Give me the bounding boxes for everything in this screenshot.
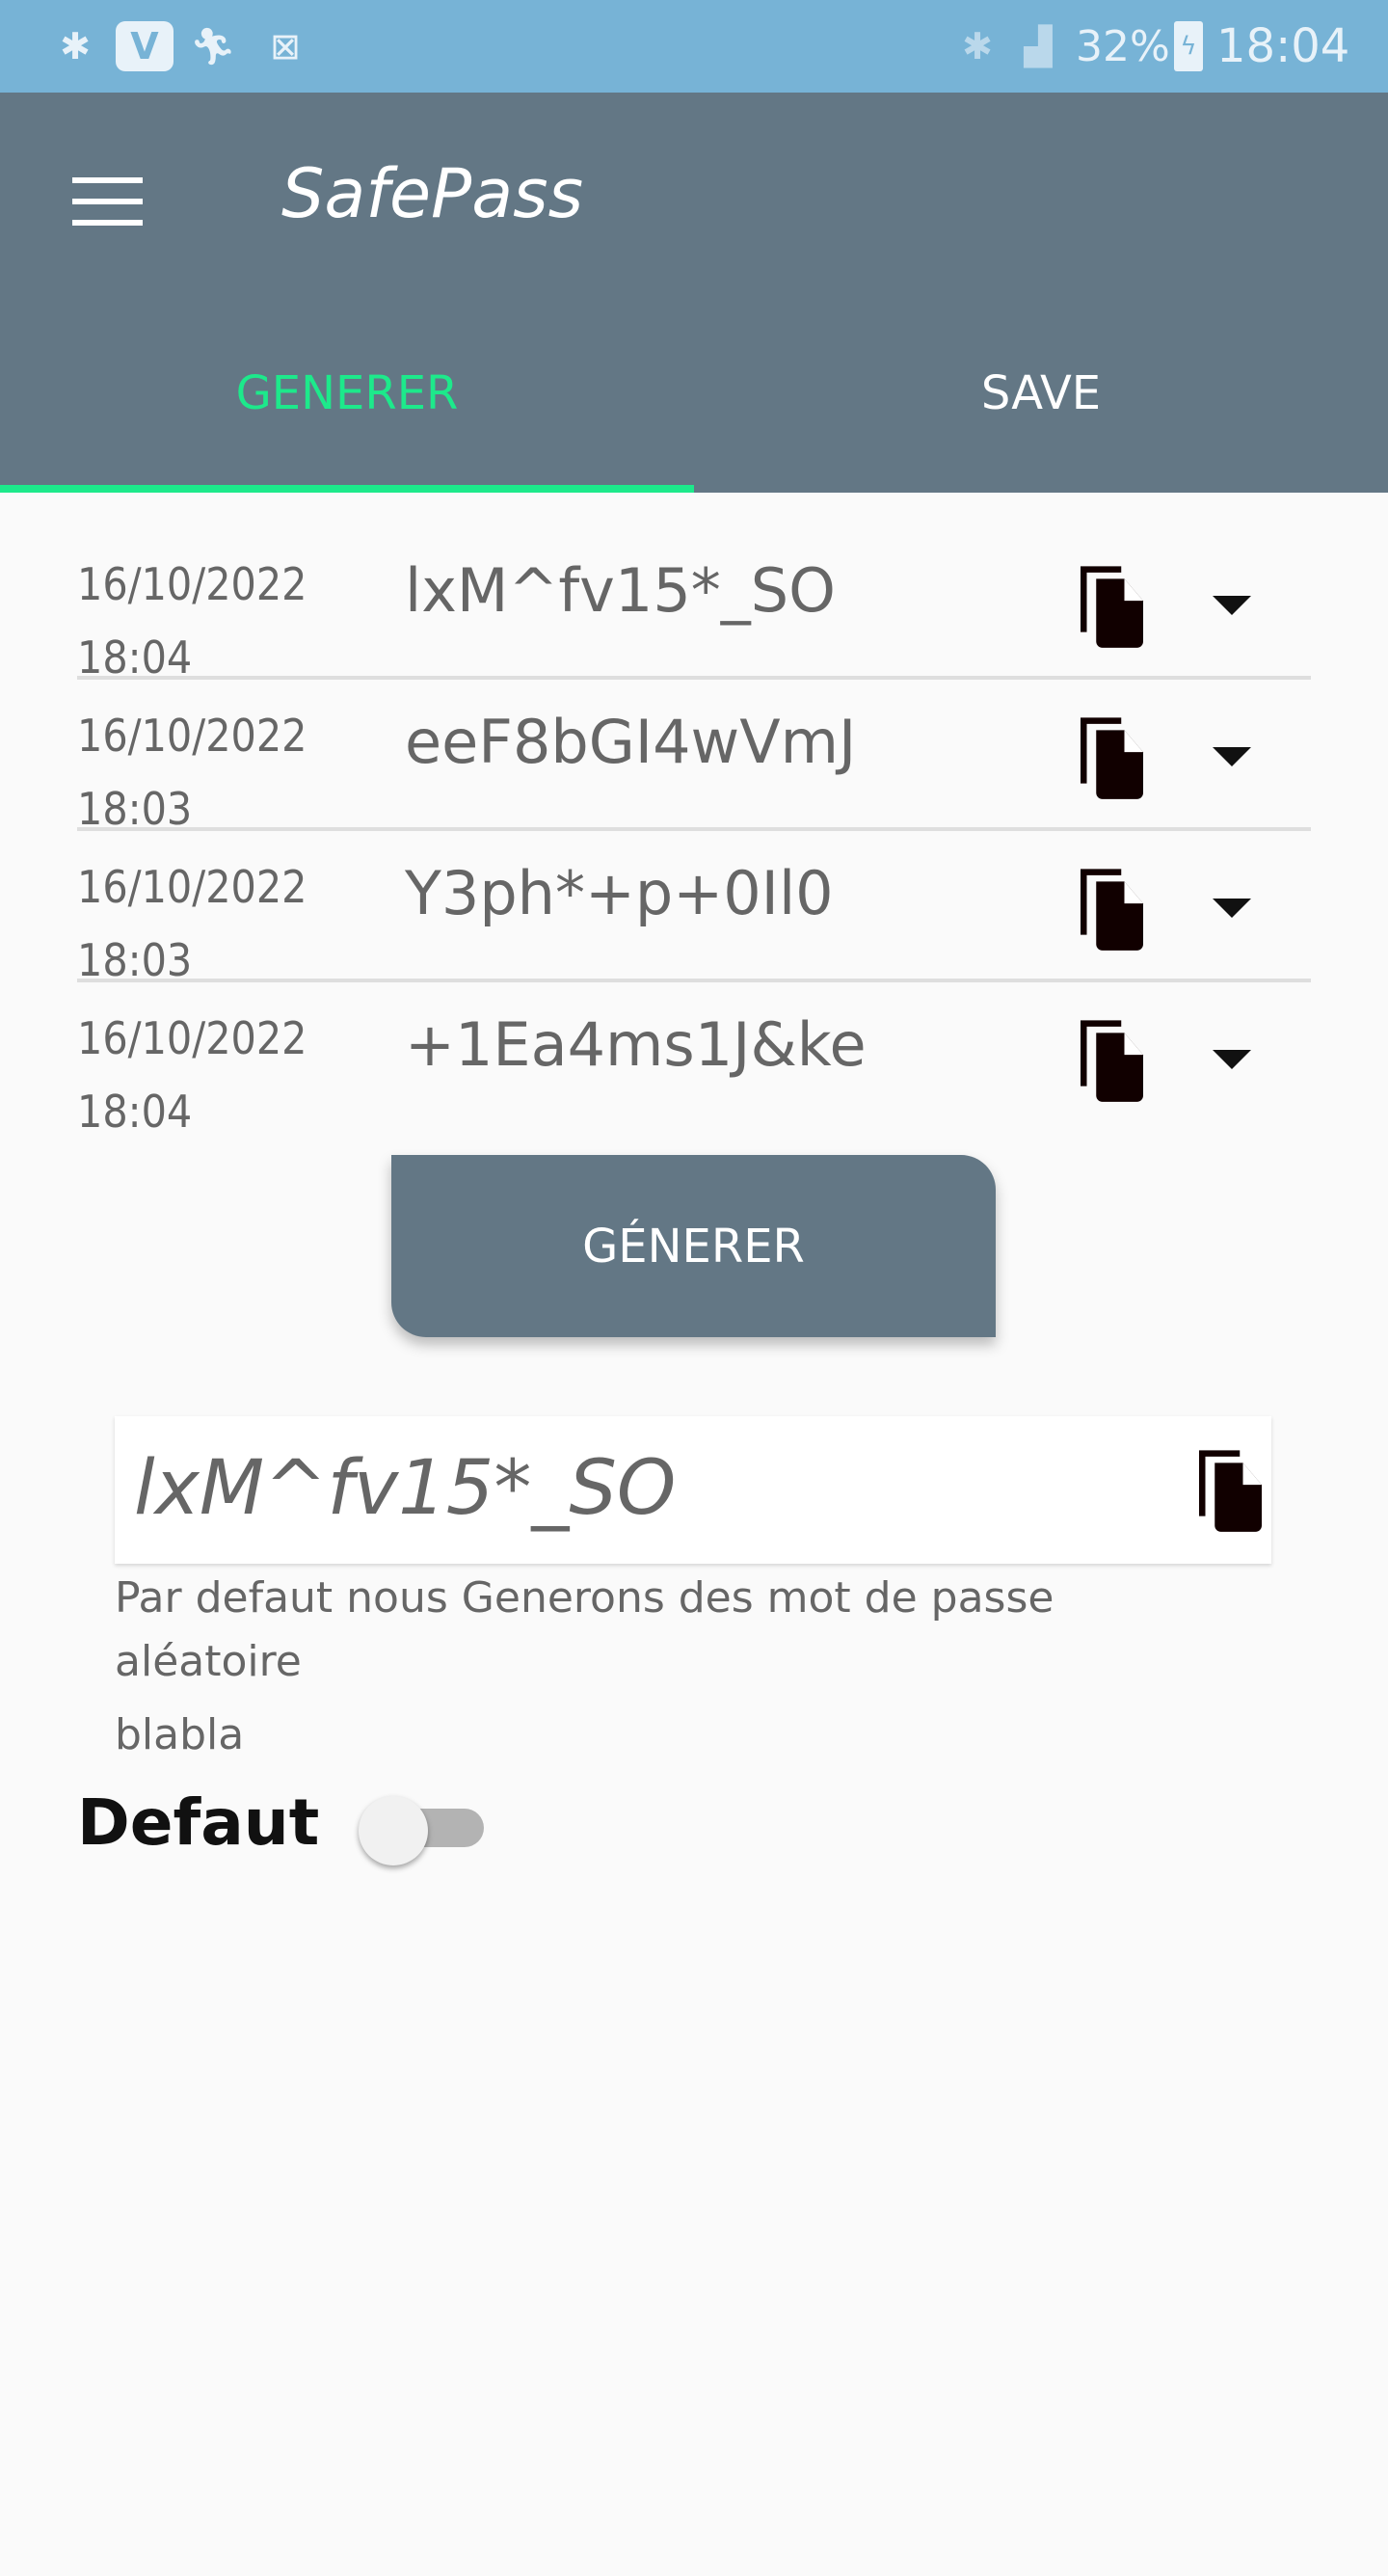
generate-button[interactable]: GÉNERER — [391, 1155, 996, 1337]
default-toggle-switch[interactable] — [359, 1796, 488, 1865]
help-text-line: blabla — [115, 1710, 245, 1759]
signal-icon: ▟ — [1024, 25, 1053, 67]
active-tab-indicator — [0, 485, 694, 493]
copy-icon[interactable] — [1081, 866, 1156, 951]
chevron-down-icon[interactable] — [1213, 747, 1251, 766]
fitness-icon: 🏃︎ — [189, 24, 237, 67]
sim-icon: ⊠ — [270, 25, 301, 67]
item-date: 16/10/2022 — [77, 558, 307, 610]
v-app-icon: V — [116, 21, 174, 71]
item-time: 18:04 — [77, 1086, 193, 1138]
status-time: 18:04 — [1216, 19, 1350, 73]
app-bar — [0, 93, 1388, 493]
tab-save[interactable]: SAVE — [694, 366, 1388, 420]
copy-icon[interactable] — [1081, 563, 1156, 648]
status-bar: ✱ V 🏃︎ ⊠ ✱ ▟ 32% ϟ 18:04 — [0, 0, 1388, 93]
list-item: 16/10/2022 18:03 eeF8bGI4wVmJ — [77, 680, 1311, 835]
bluetooth-status-icon: ✱ — [962, 25, 993, 67]
copy-icon[interactable] — [1199, 1447, 1274, 1532]
battery-charging-icon: ϟ — [1174, 21, 1203, 71]
chevron-down-icon[interactable] — [1213, 596, 1251, 615]
chevron-down-icon[interactable] — [1213, 1050, 1251, 1069]
help-text-line: aléatoire — [115, 1637, 302, 1686]
list-item: 16/10/2022 18:04 +1Ea4ms1J&ke — [77, 982, 1311, 1138]
app-title: SafePass — [281, 154, 584, 233]
help-text-line: Par defaut nous Generons des mot de pass… — [115, 1573, 1054, 1623]
item-password: lxM^fv15*_SO — [405, 555, 836, 626]
tab-generer[interactable]: GENERER — [0, 366, 694, 420]
item-password: eeF8bGI4wVmJ — [405, 707, 857, 777]
chevron-down-icon[interactable] — [1213, 899, 1251, 918]
copy-icon[interactable] — [1081, 714, 1156, 799]
item-date: 16/10/2022 — [77, 861, 307, 913]
copy-icon[interactable] — [1081, 1017, 1156, 1102]
item-password: +1Ea4ms1J&ke — [405, 1009, 867, 1080]
generated-password-field[interactable]: lxM^fv15*_SO — [115, 1416, 1271, 1564]
item-password: Y3ph*+p+0Il0 — [405, 858, 834, 928]
generated-password-text: lxM^fv15*_SO — [134, 1445, 677, 1532]
default-toggle-label: Defaut — [77, 1785, 320, 1860]
battery-percent: 32% — [1076, 21, 1170, 71]
list-item: 16/10/2022 18:03 Y3ph*+p+0Il0 — [77, 831, 1311, 986]
item-date: 16/10/2022 — [77, 710, 307, 762]
list-item: 16/10/2022 18:04 lxM^fv15*_SO — [77, 528, 1311, 684]
hamburger-icon[interactable] — [72, 177, 143, 226]
bluetooth-icon: ✱ — [60, 25, 91, 67]
item-date: 16/10/2022 — [77, 1012, 307, 1064]
